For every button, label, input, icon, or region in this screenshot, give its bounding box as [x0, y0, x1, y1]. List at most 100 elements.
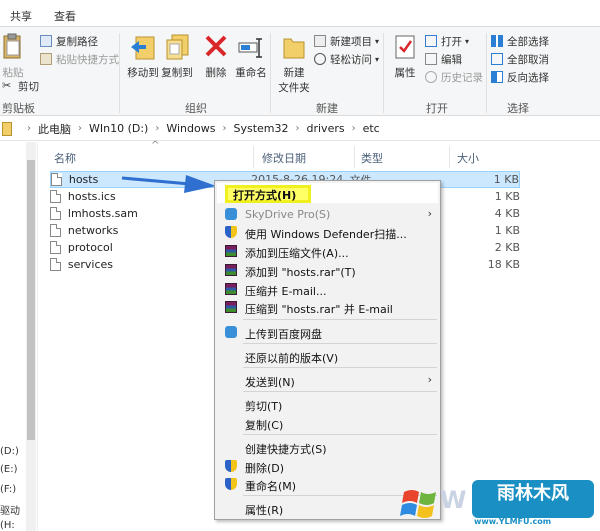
select-all-button[interactable]: 全部选择 [491, 33, 549, 49]
chevron-right-icon: › [78, 123, 82, 134]
column-header-size[interactable]: 大小 [457, 150, 479, 166]
winrar-icon [225, 301, 237, 313]
menu-item-defender-scan[interactable]: 使用 Windows Defender扫描... [217, 222, 438, 242]
nav-scrollbar-thumb[interactable] [27, 160, 35, 440]
menu-item-upload-baidu[interactable]: 上传到百度网盘 [217, 322, 438, 342]
ribbon: 粘贴 复制路径 粘贴快捷方式 ✂ 剪切 剪贴板 移动到 复制到 删除 重命名 组… [0, 26, 600, 116]
chevron-right-icon: › [427, 373, 432, 386]
tab-share[interactable]: 共享 [10, 8, 32, 24]
menu-item-label: 重命名(M) [245, 480, 297, 493]
menu-item-copy[interactable]: 复制(C) [217, 413, 438, 433]
address-bar[interactable]: › 此电脑 › WIn10 (D:) › Windows › System32 … [0, 117, 600, 141]
winrar-icon [225, 283, 237, 295]
copy-path-button[interactable]: 复制路径 [40, 33, 98, 49]
breadcrumb-system32[interactable]: System32 [233, 122, 288, 135]
properties-button[interactable]: 属性 [386, 33, 424, 80]
chevron-right-icon: › [222, 123, 227, 134]
tab-view[interactable]: 查看 [54, 8, 76, 24]
rename-icon [238, 33, 264, 61]
menu-item-skydrive-pro[interactable]: SkyDrive Pro(S) › [217, 204, 438, 224]
new-folder-button[interactable]: 新建 文件夹 [275, 33, 313, 95]
cut-button[interactable]: ✂ 剪切 [2, 78, 39, 94]
easy-access-button[interactable]: 轻松访问 ▾ [314, 51, 379, 67]
menu-item-label: 创建快捷方式(S) [245, 443, 327, 456]
menu-item-restore-versions[interactable]: 还原以前的版本(V) [217, 346, 438, 366]
menu-item-send-to[interactable]: 发送到(N) › [217, 370, 438, 390]
new-folder-label-line1: 新建 [283, 67, 305, 79]
nav-item-drive-d[interactable]: (D:) [0, 446, 19, 457]
breadcrumb-this-pc[interactable]: 此电脑 [38, 121, 71, 137]
watermark-url: www.YLMFU.com [474, 517, 552, 526]
column-divider[interactable] [354, 146, 355, 168]
menu-item-label: 打开方式(H) [233, 189, 297, 202]
copy-to-icon [164, 33, 190, 61]
context-menu: 打开方式(H) SkyDrive Pro(S) › 使用 Windows Def… [214, 180, 441, 520]
menu-separator [243, 434, 437, 435]
menu-item-add-to-archive[interactable]: 添加到压缩文件(A)... [217, 241, 438, 261]
file-icon [50, 224, 61, 237]
new-folder-label-line2: 文件夹 [278, 82, 310, 94]
menu-item-open-with[interactable]: 打开方式(H) [217, 183, 438, 203]
file-icon [51, 173, 62, 186]
watermark: W 雨林木风 www.YLMFU.com [400, 470, 600, 531]
column-divider[interactable] [253, 146, 254, 168]
history-label: 历史记录 [441, 71, 483, 84]
dropdown-arrow-icon: ▾ [375, 54, 380, 64]
watermark-logo: 雨林木风 [470, 478, 596, 520]
menu-item-compress-rar-email[interactable]: 压缩到 "hosts.rar" 并 E-mail [217, 297, 438, 317]
breadcrumb-drivers[interactable]: drivers [307, 122, 345, 135]
move-to-icon [130, 33, 156, 61]
cloud-icon [225, 208, 237, 220]
group-divider [486, 33, 487, 113]
sort-up-icon: ^ [151, 140, 160, 151]
history-icon [425, 71, 437, 83]
column-header-date[interactable]: 修改日期 [262, 150, 306, 166]
paste-shortcut-icon [40, 53, 52, 65]
breadcrumb-etc[interactable]: etc [363, 122, 380, 135]
breadcrumb-windows[interactable]: Windows [166, 122, 215, 135]
breadcrumb-drive[interactable]: WIn10 (D:) [89, 122, 148, 135]
invert-selection-button[interactable]: 反向选择 [491, 69, 549, 85]
menu-item-label: 还原以前的版本(V) [245, 352, 339, 365]
ribbon-tab-bar: 共享 查看 [0, 0, 600, 26]
open-button[interactable]: 打开 ▾ [425, 33, 469, 49]
menu-item-create-shortcut[interactable]: 创建快捷方式(S) [217, 437, 438, 457]
properties-check-icon [392, 33, 418, 61]
edit-button[interactable]: 编辑 [425, 51, 462, 67]
rename-button[interactable]: 重命名 [232, 33, 270, 80]
select-none-label: 全部取消 [507, 53, 549, 66]
new-item-button[interactable]: 新建项目 ▾ [314, 33, 379, 49]
select-none-button[interactable]: 全部取消 [491, 51, 549, 67]
history-button[interactable]: 历史记录 [425, 69, 483, 85]
new-item-label: 新建项目 [330, 35, 372, 48]
menu-item-label: 使用 Windows Defender扫描... [245, 228, 407, 241]
column-divider[interactable] [449, 146, 450, 168]
open-icon [425, 35, 437, 47]
copy-path-label: 复制路径 [56, 35, 98, 48]
delete-button[interactable]: 删除 [197, 33, 235, 80]
invert-selection-label: 反向选择 [507, 71, 549, 84]
paste-button[interactable]: 粘贴 [0, 33, 26, 80]
select-none-icon [491, 53, 503, 65]
menu-item-compress-email[interactable]: 压缩并 E-mail... [217, 279, 438, 299]
menu-item-cut[interactable]: 剪切(T) [217, 394, 438, 414]
menu-separator [243, 391, 437, 392]
paste-shortcut-button[interactable]: 粘贴快捷方式 [40, 51, 119, 67]
nav-item-drivers[interactable]: 驱动 [0, 502, 20, 517]
edit-pencil-icon [425, 53, 437, 65]
menu-item-add-to-rar[interactable]: 添加到 "hosts.rar"(T) [217, 260, 438, 280]
cut-label: 剪切 [18, 80, 39, 93]
paste-shortcut-label: 粘贴快捷方式 [56, 53, 119, 66]
group-divider [119, 33, 120, 113]
nav-item-drive-e[interactable]: (E:) [0, 464, 18, 475]
column-header-type[interactable]: 类型 [361, 150, 383, 166]
copy-to-button[interactable]: 复制到 [158, 33, 196, 80]
menu-item-label: SkyDrive Pro(S) [245, 208, 331, 221]
nav-item-drive-h[interactable]: (H: [0, 520, 15, 531]
nav-item-drive-f[interactable]: (F:) [0, 484, 16, 495]
column-header-name[interactable]: 名称 [54, 150, 76, 166]
uac-shield-icon [225, 478, 237, 490]
chevron-right-icon: › [27, 123, 31, 134]
move-to-button[interactable]: 移动到 [124, 33, 162, 80]
file-size: 4 KB [494, 207, 520, 220]
